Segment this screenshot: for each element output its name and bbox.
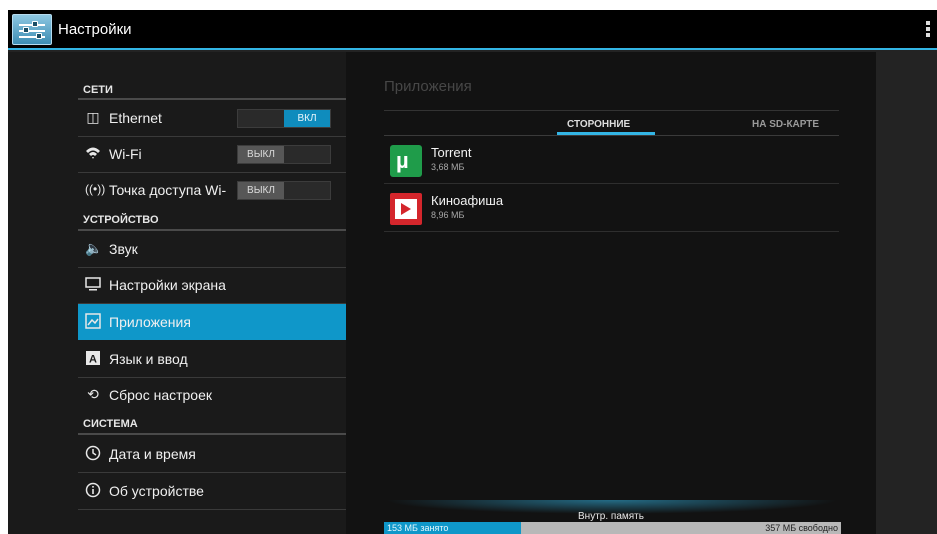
app-name: Киноафиша <box>431 193 504 208</box>
setting-label: Язык и ввод <box>109 351 188 367</box>
language-icon: A <box>85 350 101 366</box>
svg-text:A: A <box>89 354 97 366</box>
utorrent-icon: µ <box>390 145 422 177</box>
setting-label: Об устройстве <box>109 483 204 499</box>
ethernet-icon: ◫ <box>86 109 100 125</box>
toggle-state: ВКЛ <box>284 110 330 127</box>
divider <box>78 433 346 435</box>
tab-sd-card[interactable]: НА SD-КАРТЕ <box>752 119 819 130</box>
divider <box>78 509 346 510</box>
app-row-kinoafisha[interactable]: Киноафиша 8,96 МБ <box>384 184 839 232</box>
clock-icon <box>85 445 101 461</box>
hotspot-icon: ((•)) <box>85 182 106 196</box>
app-size: 3,68 МБ <box>431 162 465 172</box>
settings-list: СЕТИ ◫ Ethernet ВКЛ Wi-Fi ВЫКЛ ((•)) Точ… <box>8 52 346 534</box>
section-header-system: СИСТЕМА <box>83 418 138 430</box>
film-play-icon <box>390 193 422 225</box>
setting-ethernet[interactable]: ◫ Ethernet ВКЛ <box>78 100 346 136</box>
setting-hotspot[interactable]: ((•)) Точка доступа Wi- ВЫКЛ <box>78 172 346 208</box>
storage-free-text: 357 МБ свободно <box>765 523 838 533</box>
wifi-icon <box>85 145 101 161</box>
overflow-menu-icon[interactable] <box>926 21 932 39</box>
setting-reset[interactable]: ⟲ Сброс настроек <box>78 377 346 413</box>
setting-label: Wi-Fi <box>109 146 142 162</box>
settings-sliders-icon[interactable] <box>12 14 52 45</box>
tab-third-party[interactable]: СТОРОННИЕ <box>567 119 630 130</box>
storage-used-text: 153 МБ занято <box>387 523 449 533</box>
section-header-device: УСТРОЙСТВО <box>83 214 159 226</box>
screen: Настройки СЕТИ ◫ Ethernet ВКЛ Wi-Fi ВЫКЛ… <box>8 10 937 534</box>
setting-language[interactable]: A Язык и ввод <box>78 341 346 377</box>
app-size: 8,96 МБ <box>431 210 465 220</box>
setting-date-time[interactable]: Дата и время <box>78 436 346 472</box>
speaker-icon: 🔈 <box>85 240 103 256</box>
toggle-state: ВЫКЛ <box>238 182 284 199</box>
panel-title: Приложения <box>384 78 472 95</box>
toggle-state: ВЫКЛ <box>238 146 284 163</box>
apps-icon <box>85 313 101 329</box>
action-bar: Настройки <box>8 10 937 50</box>
setting-label: Звук <box>109 241 138 257</box>
ethernet-toggle[interactable]: ВКЛ <box>237 109 331 128</box>
setting-about[interactable]: Об устройстве <box>78 473 346 509</box>
setting-label: Точка доступа Wi- <box>109 182 227 198</box>
setting-display[interactable]: Настройки экрана <box>78 267 346 303</box>
app-name: Torrent <box>431 145 472 160</box>
setting-sound[interactable]: 🔈 Звук <box>78 231 346 267</box>
wifi-toggle[interactable]: ВЫКЛ <box>237 145 331 164</box>
apps-panel: Приложения СТОРОННИЕ НА SD-КАРТЕ µ Torre… <box>346 52 876 534</box>
setting-label: Дата и время <box>109 446 196 462</box>
hotspot-toggle[interactable]: ВЫКЛ <box>237 181 331 200</box>
info-icon <box>85 482 101 498</box>
page-title: Настройки <box>58 21 132 38</box>
setting-wifi[interactable]: Wi-Fi ВЫКЛ <box>78 136 346 172</box>
app-row-torrent[interactable]: µ Torrent 3,68 МБ <box>384 136 839 184</box>
right-margin <box>876 52 937 534</box>
divider <box>384 110 839 111</box>
display-icon <box>85 276 101 292</box>
setting-label: Приложения <box>109 314 191 330</box>
setting-label: Настройки экрана <box>109 277 226 293</box>
storage-label: Внутр. память <box>578 511 644 522</box>
restore-icon: ⟲ <box>87 386 99 402</box>
setting-label: Ethernet <box>109 110 162 126</box>
setting-label: Сброс настроек <box>109 387 213 403</box>
section-header-networks: СЕТИ <box>83 84 113 96</box>
storage-bar: 153 МБ занято 357 МБ свободно <box>384 522 841 534</box>
setting-apps[interactable]: Приложения <box>78 304 346 340</box>
